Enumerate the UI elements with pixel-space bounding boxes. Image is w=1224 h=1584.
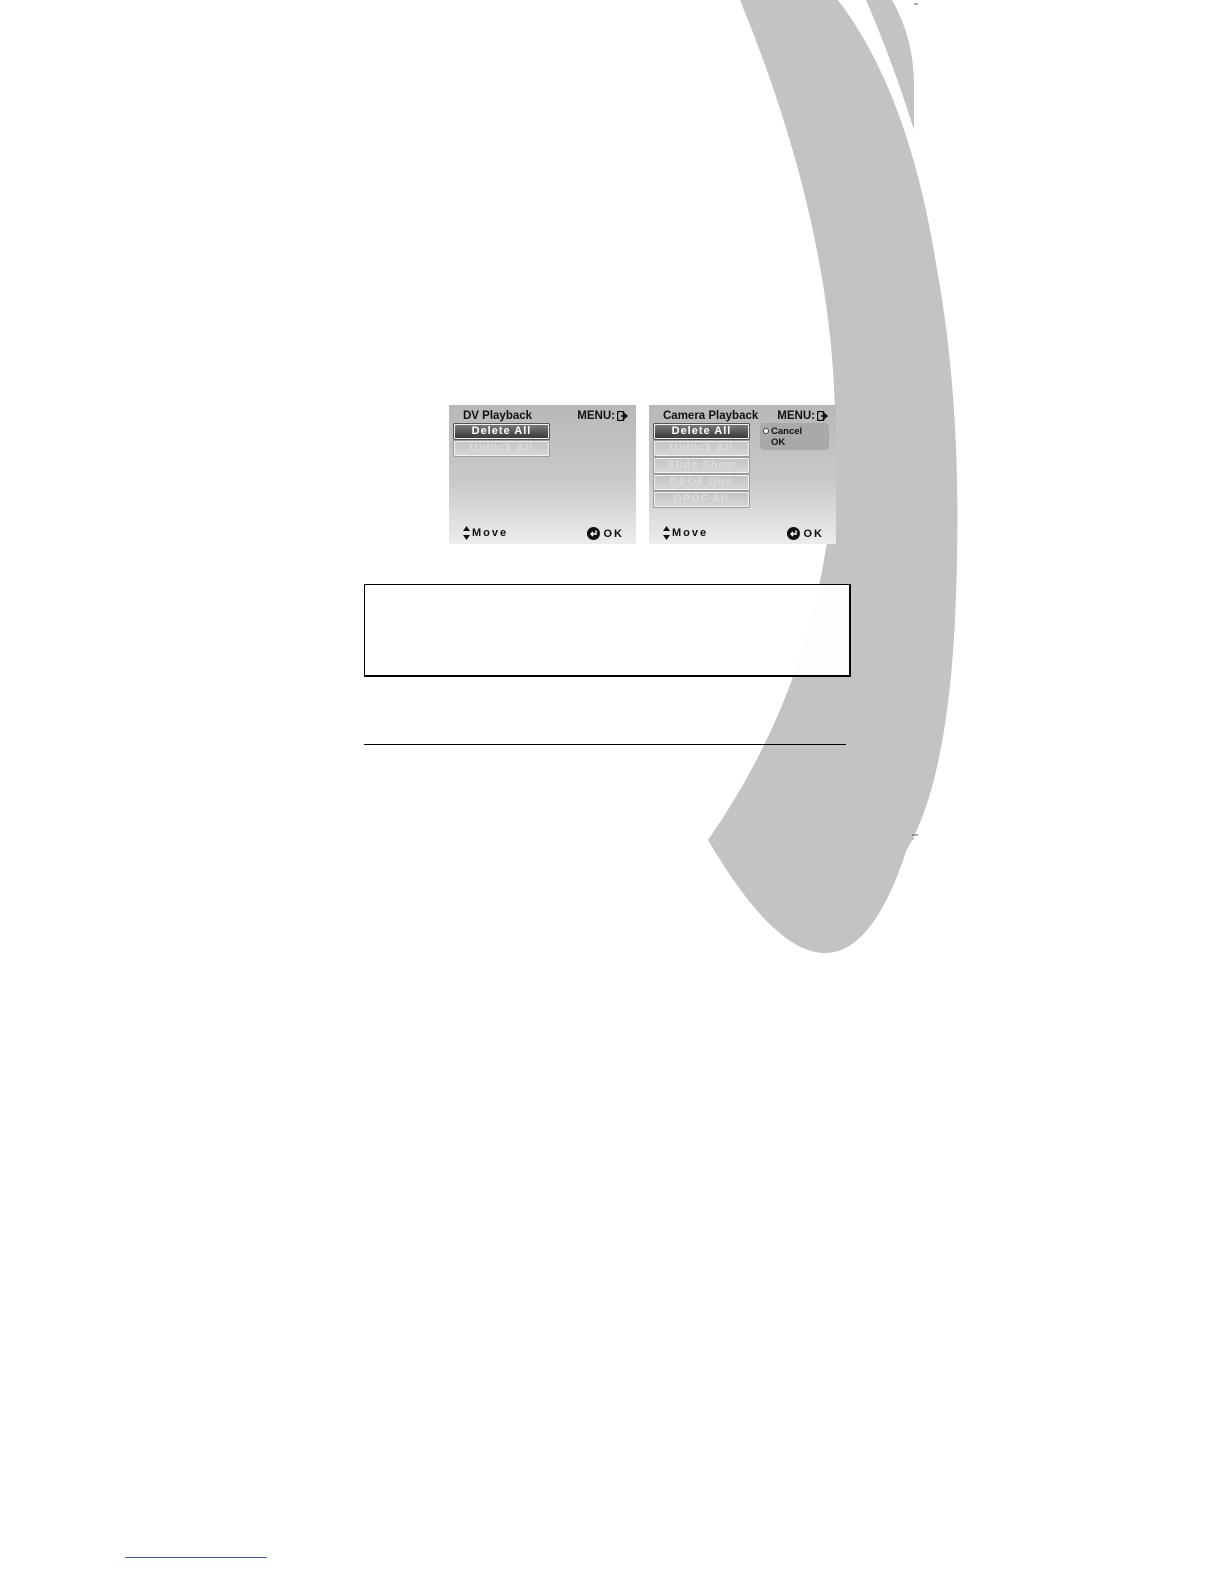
camera-playback-screen: Camera Playback MENU: Delete All Unlock …: [649, 405, 836, 544]
menu-item-unlock-all[interactable]: Unlock All: [453, 440, 550, 457]
dv-menu-list: Delete All Unlock All: [453, 423, 550, 457]
move-label: Move: [672, 527, 709, 539]
menu-item-unlock-all[interactable]: Unlock All: [653, 440, 750, 457]
menu-item-delete-all[interactable]: Delete All: [653, 423, 750, 440]
section-divider: [364, 744, 846, 745]
move-label: Move: [472, 527, 509, 539]
screen-title: Camera Playback: [663, 410, 759, 422]
menu-exit-hint: MENU:: [777, 410, 828, 422]
confirm-popup: Cancel OK: [760, 423, 829, 450]
menu-exit-hint: MENU:: [577, 410, 628, 422]
menu-item-dpof-all[interactable]: DPOF All: [653, 491, 750, 508]
move-hint: Move: [463, 526, 508, 540]
ok-label: OK: [603, 527, 624, 540]
screen-title: DV Playback: [463, 410, 533, 422]
footer-link-underline[interactable]: [125, 1557, 267, 1558]
menu-label: MENU:: [777, 410, 815, 422]
dv-playback-screen: DV Playback MENU: Delete All Unlock All …: [449, 405, 636, 544]
up-down-arrows-icon: [463, 526, 470, 540]
decorative-arc-background: [708, 0, 958, 954]
enter-icon: [786, 527, 800, 540]
menu-label: MENU:: [577, 410, 615, 422]
enter-icon: [586, 527, 600, 540]
camera-menu-list: Delete All Unlock All Slide Show DPOF On…: [653, 423, 750, 508]
ok-hint: OK: [786, 527, 825, 540]
exit-icon: [817, 411, 828, 421]
menu-item-delete-all[interactable]: Delete All: [453, 423, 550, 440]
menu-item-dpof-one[interactable]: DPOF One: [653, 474, 750, 491]
exit-icon: [617, 411, 628, 421]
ok-hint: OK: [586, 527, 625, 540]
note-box: [364, 584, 851, 677]
popup-option-ok[interactable]: OK: [771, 437, 785, 448]
popup-option-cancel[interactable]: Cancel: [771, 426, 802, 437]
move-hint: Move: [663, 526, 708, 540]
radio-dot-icon: [763, 428, 769, 434]
up-down-arrows-icon: [663, 526, 670, 540]
ok-label: OK: [803, 527, 824, 540]
menu-item-slide-show[interactable]: Slide Show: [653, 457, 750, 474]
